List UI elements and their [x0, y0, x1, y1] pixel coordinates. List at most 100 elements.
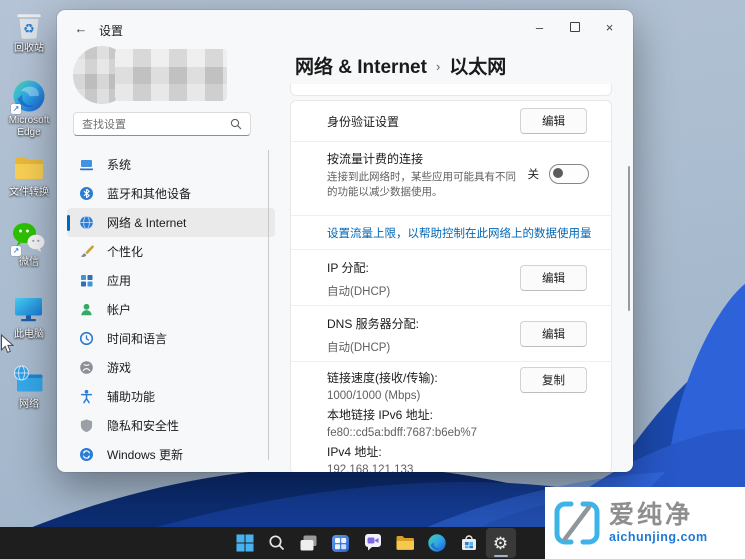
sidebar-item-label: 系统	[107, 156, 131, 173]
account-name-blurred	[115, 49, 227, 101]
metered-description: 连接到此网络时，某些应用可能具有不同的功能以减少数据使用。	[327, 170, 517, 200]
data-limit-row: 设置流量上限，以帮助控制在此网络上的数据使用量	[291, 215, 611, 249]
ip-assignment-row: IP 分配: 自动(DHCP) 编辑	[291, 249, 611, 305]
edge-icon	[427, 533, 447, 553]
desktop-icon-edge[interactable]: ↗ Microsoft Edge	[2, 78, 56, 138]
file-explorer-button[interactable]	[390, 528, 420, 558]
breadcrumb-root[interactable]: 网络 & Internet	[295, 52, 427, 79]
widgets-button[interactable]	[326, 528, 356, 558]
metered-connection-row: 按流量计费的连接 连接到此网络时，某些应用可能具有不同的功能以减少数据使用。 关	[291, 141, 611, 215]
sidebar-item-bluetooth-devices[interactable]: 蓝牙和其他设备	[67, 179, 275, 208]
settings-search-input[interactable]: 查找设置	[73, 112, 251, 136]
shortcut-arrow-badge: ↗	[11, 246, 21, 256]
content-pane: 网络 & Internet › 以太网 身份验证设置 编辑 按流量计费的连接 连…	[285, 46, 633, 472]
edge-button[interactable]	[422, 528, 452, 558]
chat-icon	[363, 533, 383, 553]
ipv6-value: fe80::cd5a:bdff:7687:b6eb%7	[327, 427, 611, 439]
shortcut-arrow-badge: ↗	[11, 104, 21, 114]
watermark-brand: 爱纯净	[609, 502, 708, 530]
sidebar-item-accessibility[interactable]: 辅助功能	[67, 382, 275, 411]
sidebar-item-system[interactable]: 系统	[67, 150, 275, 179]
sidebar-item-accounts[interactable]: 帐户	[67, 295, 275, 324]
this-pc-icon	[11, 292, 47, 328]
ipv4-label: IPv4 地址:	[327, 443, 611, 460]
sidebar-item-label: 隐私和安全性	[107, 417, 179, 434]
sidebar-scrollbar[interactable]	[268, 150, 269, 460]
desktop-icon-folder[interactable]: 文件转换	[2, 150, 56, 199]
link-properties-row: 链接速度(接收/传输): 1000/1000 (Mbps) 本地链接 IPv6 …	[291, 361, 611, 472]
taskbar-search-button[interactable]	[262, 528, 292, 558]
sidebar-item-label: 帐户	[107, 301, 131, 318]
chat-button[interactable]	[358, 528, 388, 558]
breadcrumb-separator-icon: ›	[436, 57, 440, 74]
ip-edit-button[interactable]: 编辑	[520, 265, 587, 291]
folder-icon	[11, 150, 47, 186]
desktop-icon-label: 微信	[2, 257, 56, 269]
store-button[interactable]	[454, 528, 484, 558]
search-icon	[230, 118, 242, 130]
update-icon	[79, 447, 94, 462]
sidebar-item-personalization[interactable]: 个性化	[67, 237, 275, 266]
start-button[interactable]	[230, 528, 260, 558]
desktop-icon-network[interactable]: 网络	[2, 362, 56, 411]
sidebar-item-label: 游戏	[107, 359, 131, 376]
desktop-icon-label: 文件转换	[2, 187, 56, 199]
dns-edit-button[interactable]: 编辑	[520, 321, 587, 347]
brush-icon	[79, 244, 94, 259]
sidebar-item-apps[interactable]: 应用	[67, 266, 275, 295]
toggle-knob	[553, 168, 563, 178]
minimize-button[interactable]: –	[522, 15, 557, 39]
back-button[interactable]: ←	[71, 18, 91, 38]
shield-icon	[79, 418, 94, 433]
ipv4-value: 192.168.121.133	[327, 464, 611, 472]
sidebar-item-label: 蓝牙和其他设备	[107, 185, 191, 202]
authentication-edit-button[interactable]: 编辑	[520, 108, 587, 134]
gear-icon: ⚙	[493, 535, 508, 552]
desktop-icon-recycle-bin[interactable]: ♻ 回收站	[2, 6, 56, 55]
desktop-icon-label: 网络	[2, 399, 56, 411]
breadcrumb-current: 以太网	[449, 52, 506, 79]
sidebar-item-network-internet[interactable]: 网络 & Internet	[67, 208, 275, 237]
network-folder-icon	[11, 362, 47, 398]
search-placeholder: 查找设置	[82, 116, 230, 132]
taskbar-settings-button[interactable]: ⚙	[486, 528, 516, 558]
maximize-icon	[570, 22, 580, 32]
sidebar-item-label: 应用	[107, 272, 131, 289]
bluetooth-icon	[79, 186, 94, 201]
close-button[interactable]: ×	[592, 15, 627, 39]
person-icon	[79, 302, 94, 317]
data-limit-link[interactable]: 设置流量上限，以帮助控制在此网络上的数据使用量	[327, 225, 592, 241]
task-view-icon	[299, 534, 318, 553]
sidebar-item-label: Windows 更新	[107, 446, 183, 463]
titlebar[interactable]: ← 设置 – ×	[57, 10, 633, 46]
window-title: 设置	[99, 22, 123, 39]
toggle-state-label: 关	[528, 166, 540, 182]
system-icon	[79, 157, 94, 172]
authentication-row: 身份验证设置 编辑	[291, 101, 611, 141]
copy-button[interactable]: 复制	[520, 367, 587, 393]
recycle-bin-icon: ♻	[11, 6, 47, 42]
sidebar-item-gaming[interactable]: 游戏	[67, 353, 275, 382]
maximize-button[interactable]	[557, 15, 592, 39]
sidebar-item-label: 时间和语言	[107, 330, 167, 347]
search-icon	[268, 534, 286, 552]
watermark-domain: aichunjing.com	[609, 530, 708, 544]
ipv6-label: 本地链接 IPv6 地址:	[327, 406, 611, 423]
sidebar-item-time-language[interactable]: 时间和语言	[67, 324, 275, 353]
mouse-cursor	[0, 334, 15, 355]
store-icon	[459, 533, 479, 553]
desktop-icon-wechat[interactable]: ↗ 微信	[2, 220, 56, 269]
apps-grid-icon	[79, 273, 94, 288]
task-view-button[interactable]	[294, 528, 324, 558]
content-scrollbar[interactable]	[628, 166, 630, 311]
sidebar-item-label: 个性化	[107, 243, 143, 260]
metered-connection-toggle[interactable]	[549, 164, 589, 184]
settings-window: ← 设置 – × 查找设置 系统	[57, 10, 633, 472]
sidebar-item-privacy-security[interactable]: 隐私和安全性	[67, 411, 275, 440]
sidebar: 查找设置 系统 蓝牙和其他设备 网络 & Internet	[57, 46, 285, 472]
sidebar-item-windows-update[interactable]: Windows 更新	[67, 440, 275, 469]
ethernet-settings-card: 身份验证设置 编辑 按流量计费的连接 连接到此网络时，某些应用可能具有不同的功能…	[290, 100, 612, 472]
svg-text:♻: ♻	[23, 21, 35, 36]
watermark-logo-icon	[552, 498, 602, 548]
desktop-icon-label: 回收站	[2, 43, 56, 55]
